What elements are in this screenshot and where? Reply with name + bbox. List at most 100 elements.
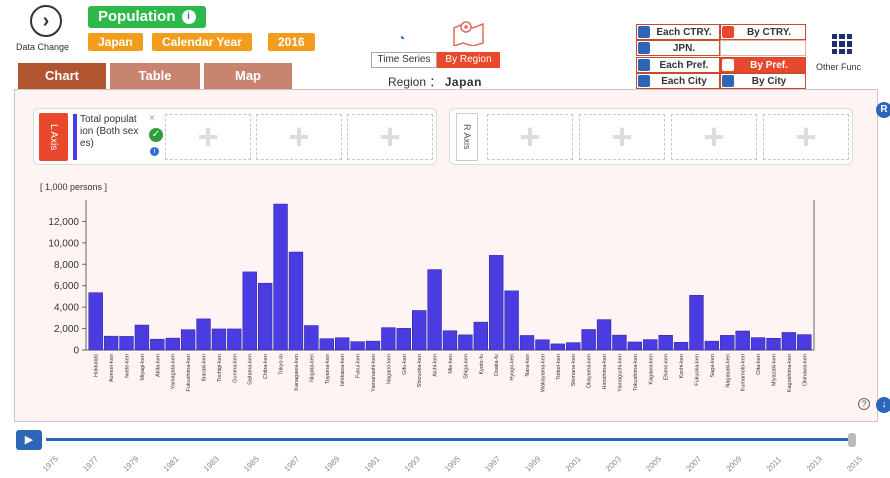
timeline-year-label[interactable]: 2013 [805, 454, 824, 473]
bar [673, 342, 689, 351]
timeline-year-label[interactable]: 1993 [403, 454, 422, 473]
bar [489, 255, 504, 351]
x-tick-label: Tokushima-ken [633, 354, 639, 391]
timeline-year-label[interactable]: 1999 [523, 454, 542, 473]
timeline-handle[interactable] [848, 433, 856, 447]
bar [442, 330, 458, 351]
tab-chart[interactable]: Chart [18, 63, 106, 89]
by-region-button[interactable]: By Region [437, 52, 500, 68]
timeline-year-label[interactable]: 2015 [845, 454, 864, 473]
timeline-years: 1975 1977 1979 1981 1983 1985 1987 1989 1991 1993… [41, 454, 864, 473]
timeline-year-label[interactable]: 2005 [644, 454, 663, 473]
timeline-year-label[interactable]: 1985 [242, 454, 261, 473]
bar [103, 335, 119, 351]
timeline-year-label[interactable]: 2009 [724, 454, 743, 473]
bar [689, 295, 704, 351]
timeline-year-label[interactable]: 1975 [41, 454, 60, 473]
x-tick-label: Kagoshima-ken [787, 354, 793, 392]
x-tick-label: Osaka-fu [494, 354, 500, 376]
region-prefix: Region ： [388, 75, 442, 89]
clock-icon[interactable]: ◔ [397, 30, 405, 46]
title-text: Population [98, 8, 176, 25]
add-series-slot[interactable]: + [165, 114, 251, 160]
x-tick-label: Fukuoka-ken [694, 354, 700, 386]
right-axis-button[interactable]: R Axis [456, 113, 478, 161]
add-series-slot[interactable]: + [487, 114, 573, 160]
help-icon[interactable]: ? [858, 398, 870, 410]
page-title: Population i [88, 6, 206, 28]
bar [150, 338, 165, 351]
chip-calendar-year[interactable]: Calendar Year [152, 33, 252, 51]
left-axis-button[interactable]: L Axis [39, 113, 68, 161]
timeline-year-label[interactable]: 1991 [363, 454, 382, 473]
timeline-year-label[interactable]: 1983 [202, 454, 221, 473]
grid-icon[interactable] [832, 34, 852, 54]
close-icon[interactable]: × [149, 113, 155, 124]
x-tick-label: Wakayama-ken [540, 354, 546, 392]
each-city-button[interactable]: Each City [636, 73, 720, 89]
pref-icon [638, 59, 650, 71]
empty-slot [720, 40, 806, 56]
x-tick-label: Fukushima-ken [186, 354, 192, 392]
each-ctry-button[interactable]: Each CTRY. [636, 24, 720, 40]
each-pref-button[interactable]: Each Pref. [636, 57, 720, 73]
timeline-year-label[interactable]: 1995 [443, 454, 462, 473]
timeline-year-label[interactable]: 2003 [604, 454, 623, 473]
timeline-year-label[interactable]: 1997 [483, 454, 502, 473]
scroll-up-icon[interactable]: R [876, 102, 890, 118]
bar [766, 338, 781, 351]
jpn-button[interactable]: JPN. [636, 40, 720, 56]
y-tick-label: 2,000 [54, 324, 79, 335]
timeline-year-label[interactable]: 2007 [684, 454, 703, 473]
tab-table[interactable]: Table [110, 63, 200, 89]
by-city-button[interactable]: By City [720, 73, 806, 89]
timeline-year-label[interactable]: 1987 [282, 454, 301, 473]
bar [165, 337, 180, 351]
x-tick-label: Ibaraki-ken [202, 354, 208, 381]
x-tick-label: Tochigi-ken [217, 354, 223, 382]
pref-icon [722, 59, 734, 71]
bar [781, 332, 797, 351]
timeline-year-label[interactable]: 2011 [765, 454, 784, 473]
timeline-year-label[interactable]: 1981 [162, 454, 181, 473]
add-series-slot[interactable]: + [671, 114, 757, 160]
map-pin-icon[interactable] [452, 18, 486, 46]
timeline-track[interactable] [46, 438, 850, 441]
add-series-slot[interactable]: + [256, 114, 342, 160]
add-series-slot[interactable]: + [763, 114, 849, 160]
tab-map[interactable]: Map [204, 63, 292, 89]
x-tick-label: Nagano-ken [386, 354, 392, 384]
series-item[interactable]: Total populat ion (Both sex es) [73, 114, 161, 160]
timeline-year-label[interactable]: 1977 [81, 454, 100, 473]
add-series-slot[interactable]: + [579, 114, 665, 160]
scroll-down-icon[interactable]: ↓ [876, 397, 890, 413]
timeline-year-label[interactable]: 2001 [564, 454, 583, 473]
y-tick-label: 6,000 [54, 281, 79, 292]
chip-year[interactable]: 2016 [268, 33, 315, 51]
bar [257, 282, 273, 351]
bar [412, 310, 427, 351]
info-icon[interactable]: i [150, 147, 159, 156]
timeline-year-label[interactable]: 1979 [121, 454, 140, 473]
x-tick-label: Shiga-ken [463, 354, 469, 379]
bar [658, 335, 673, 351]
chip-country[interactable]: Japan [88, 33, 143, 51]
timeline-year-label[interactable]: 1989 [322, 454, 341, 473]
other-func-label[interactable]: Other Func [816, 62, 861, 72]
x-tick-label: Niigata-ken [309, 354, 315, 382]
bar [396, 328, 411, 351]
bar [288, 251, 304, 351]
time-series-button[interactable]: Time Series [371, 52, 437, 68]
by-ctry-button[interactable]: By CTRY. [720, 24, 806, 40]
add-series-slot[interactable]: + [347, 114, 433, 160]
bar [180, 329, 196, 351]
x-tick-label: Gifu-ken [402, 354, 408, 375]
data-change-label[interactable]: Data Change [16, 42, 69, 52]
population-bar-chart: 0 2,000 4,000 6,000 8,000 10,000 12,000 Hokkaid… [48, 200, 815, 392]
bar [350, 341, 365, 351]
play-icon[interactable]: ▶ [16, 430, 42, 450]
x-tick-label: Iwate-ken [125, 354, 131, 378]
data-change-icon[interactable]: › [30, 5, 62, 37]
by-pref-button[interactable]: By Pref. [720, 57, 806, 73]
info-icon[interactable]: i [181, 10, 196, 24]
